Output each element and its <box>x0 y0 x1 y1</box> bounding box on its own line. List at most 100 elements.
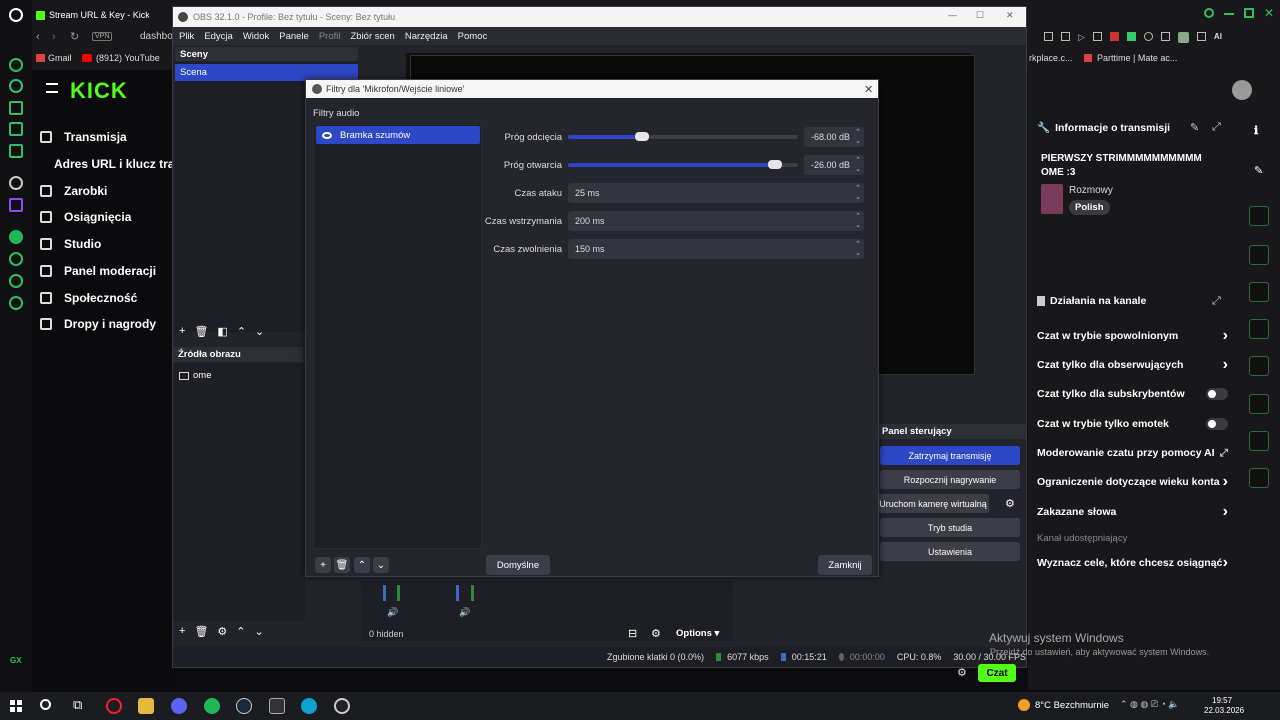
advanced-audio-icon[interactable]: ⚙ <box>651 627 661 640</box>
control-button[interactable]: Ustawienia <box>880 542 1020 561</box>
twitch-icon[interactable] <box>9 198 23 212</box>
tool-button[interactable] <box>1249 245 1269 265</box>
control-button[interactable]: Rozpocznij nagrywanie <box>880 470 1020 489</box>
channel-action-item[interactable]: Ograniczenie dotyczące wieku konta › <box>1037 473 1228 490</box>
kick-nav-item[interactable]: Osiągnięcia <box>40 207 131 227</box>
chevron-right-icon[interactable]: › <box>1223 503 1228 521</box>
kick-nav-item[interactable]: Panel moderacji <box>40 261 156 281</box>
clock-time[interactable]: 19:57 <box>1212 696 1232 705</box>
tool-button[interactable] <box>1249 468 1269 488</box>
obs-menu-item[interactable]: Pomoc <box>458 31 488 42</box>
gear-icon[interactable]: ⚙ <box>217 625 227 641</box>
external-link-icon[interactable]: ⤢ <box>1220 447 1228 460</box>
bookmark-marketplace[interactable]: rkplace.c... <box>1029 53 1073 63</box>
filter-item[interactable]: Bramka szumów <box>316 126 480 144</box>
source-item[interactable]: ome <box>179 370 211 381</box>
kick-nav-item[interactable]: Społeczność <box>40 288 137 308</box>
discord-icon[interactable] <box>171 698 187 714</box>
add-scene-button[interactable]: + <box>179 325 185 341</box>
sidebar-app-icon[interactable] <box>9 296 23 310</box>
extension-icon[interactable] <box>1160 32 1170 41</box>
remove-scene-button[interactable]: 🗑 <box>194 325 208 341</box>
sidebar-app-icon[interactable] <box>9 101 23 115</box>
pencil-icon[interactable]: ✎ <box>1254 164 1263 177</box>
obs-icon[interactable] <box>334 698 350 714</box>
kick-nav-item[interactable]: Zarobki <box>40 181 107 201</box>
ai-label[interactable]: AI <box>1214 32 1222 44</box>
back-icon[interactable]: ‹ <box>36 31 40 43</box>
sidebar-app-icon[interactable] <box>9 58 23 72</box>
steam-icon[interactable] <box>236 698 252 714</box>
chevron-right-icon[interactable]: › <box>1223 327 1228 345</box>
spotify-icon[interactable] <box>204 698 220 714</box>
shield-icon[interactable] <box>1126 32 1136 41</box>
browser-tab[interactable]: Stream URL & Key - Kick D <box>32 6 152 24</box>
move-down-button[interactable]: ⌄ <box>373 557 389 573</box>
maximize-icon[interactable]: ☐ <box>976 10 984 21</box>
popout-icon[interactable]: ⤢ <box>1212 295 1221 308</box>
play-icon[interactable]: ▷ <box>1078 32 1085 44</box>
sidebar-app-icon[interactable] <box>9 252 23 266</box>
edge-icon[interactable] <box>301 698 317 714</box>
minimize-icon[interactable]: — <box>948 10 957 20</box>
move-up-button[interactable]: ⌃ <box>237 325 246 341</box>
obs-menu-item[interactable]: Narzędzia <box>405 31 448 42</box>
tool-button[interactable] <box>1249 206 1269 226</box>
tray-icons[interactable]: ⌃ ◍ ◍ ⎚ ◔ 🔈 <box>1120 699 1180 710</box>
extension-icon[interactable] <box>1143 32 1153 41</box>
ms-spinbox[interactable]: 200 ms ⌃ ⌄ <box>568 211 864 231</box>
filters-icon[interactable]: ◧ <box>217 325 227 341</box>
slider-thumb[interactable] <box>634 132 649 141</box>
bookmark-parttime[interactable]: Parttime | Mate ac... <box>1097 53 1177 63</box>
sidebar-app-icon[interactable] <box>9 122 23 136</box>
opera-gx-icon[interactable] <box>106 698 122 714</box>
close-icon[interactable]: ✕ <box>1264 7 1274 20</box>
channel-action-item[interactable]: Czat tylko dla obserwujących › <box>1037 356 1228 374</box>
channel-action-item[interactable]: Czat w trybie tylko emotek <box>1037 416 1228 432</box>
toggle-switch[interactable] <box>1206 388 1228 400</box>
speaker-icon[interactable]: 🔊 <box>459 607 470 618</box>
move-down-button[interactable]: ⌄ <box>255 625 264 641</box>
eye-icon[interactable] <box>322 131 332 139</box>
spin-arrows[interactable]: ⌃ ⌄ <box>854 184 862 202</box>
settings-icon[interactable] <box>9 176 23 190</box>
extension-icon[interactable] <box>1092 32 1102 41</box>
settings-icon[interactable]: ⚙ <box>957 666 967 679</box>
channel-action-item[interactable]: Czat tylko dla subskrybentów <box>1037 386 1228 402</box>
kick-nav-item[interactable]: Dropy i nagrody <box>40 314 156 334</box>
stream-category[interactable]: Rozmowy <box>1069 185 1113 196</box>
ms-spinbox[interactable]: 25 ms ⌃ ⌄ <box>568 183 864 203</box>
kick-nav-item[interactable]: Studio <box>40 234 101 254</box>
move-up-button[interactable]: ⌃ <box>354 557 370 573</box>
sidebar-app-icon[interactable] <box>9 274 23 288</box>
obs-menu-item[interactable]: Zbiór scen <box>350 31 394 42</box>
avatar[interactable] <box>1232 80 1252 100</box>
speaker-icon[interactable]: 🔊 <box>387 607 398 618</box>
sidebar-app-icon[interactable] <box>9 79 23 93</box>
file-explorer-icon[interactable] <box>138 698 154 714</box>
move-up-button[interactable]: ⌃ <box>236 625 245 641</box>
virtual-camera-settings-icon[interactable]: ⚙ <box>1005 497 1015 510</box>
add-source-button[interactable]: + <box>179 625 185 641</box>
tag-badge[interactable]: Polish <box>1069 200 1110 215</box>
kick-nav-item[interactable]: Adres URL i klucz trans <box>54 154 188 174</box>
address-input[interactable]: dashbo <box>140 31 173 42</box>
sidebar-app-icon[interactable] <box>9 144 23 158</box>
search-icon[interactable] <box>40 699 51 710</box>
extension-icon[interactable] <box>1044 32 1053 41</box>
control-button[interactable]: Tryb studia <box>880 518 1020 537</box>
slider-track[interactable] <box>568 132 798 141</box>
chevron-right-icon[interactable]: › <box>1223 356 1228 374</box>
start-icon[interactable] <box>10 700 22 712</box>
db-spinbox[interactable]: -26.00 dB ⌃ ⌄ <box>804 155 864 175</box>
avatar[interactable] <box>1177 32 1189 43</box>
obs-menu-item[interactable]: Plik <box>179 31 194 42</box>
extension-icon[interactable] <box>1061 32 1070 41</box>
move-down-button[interactable]: ⌄ <box>255 325 264 341</box>
toggle-switch[interactable] <box>1206 418 1228 430</box>
control-button[interactable]: Zatrzymaj transmisję <box>880 446 1020 465</box>
weather-text[interactable]: 8°C Bezchmurnie <box>1035 700 1109 711</box>
forward-icon[interactable]: › <box>52 31 56 43</box>
tool-button[interactable] <box>1249 319 1269 339</box>
obs-menu-item[interactable]: Panele <box>279 31 309 42</box>
